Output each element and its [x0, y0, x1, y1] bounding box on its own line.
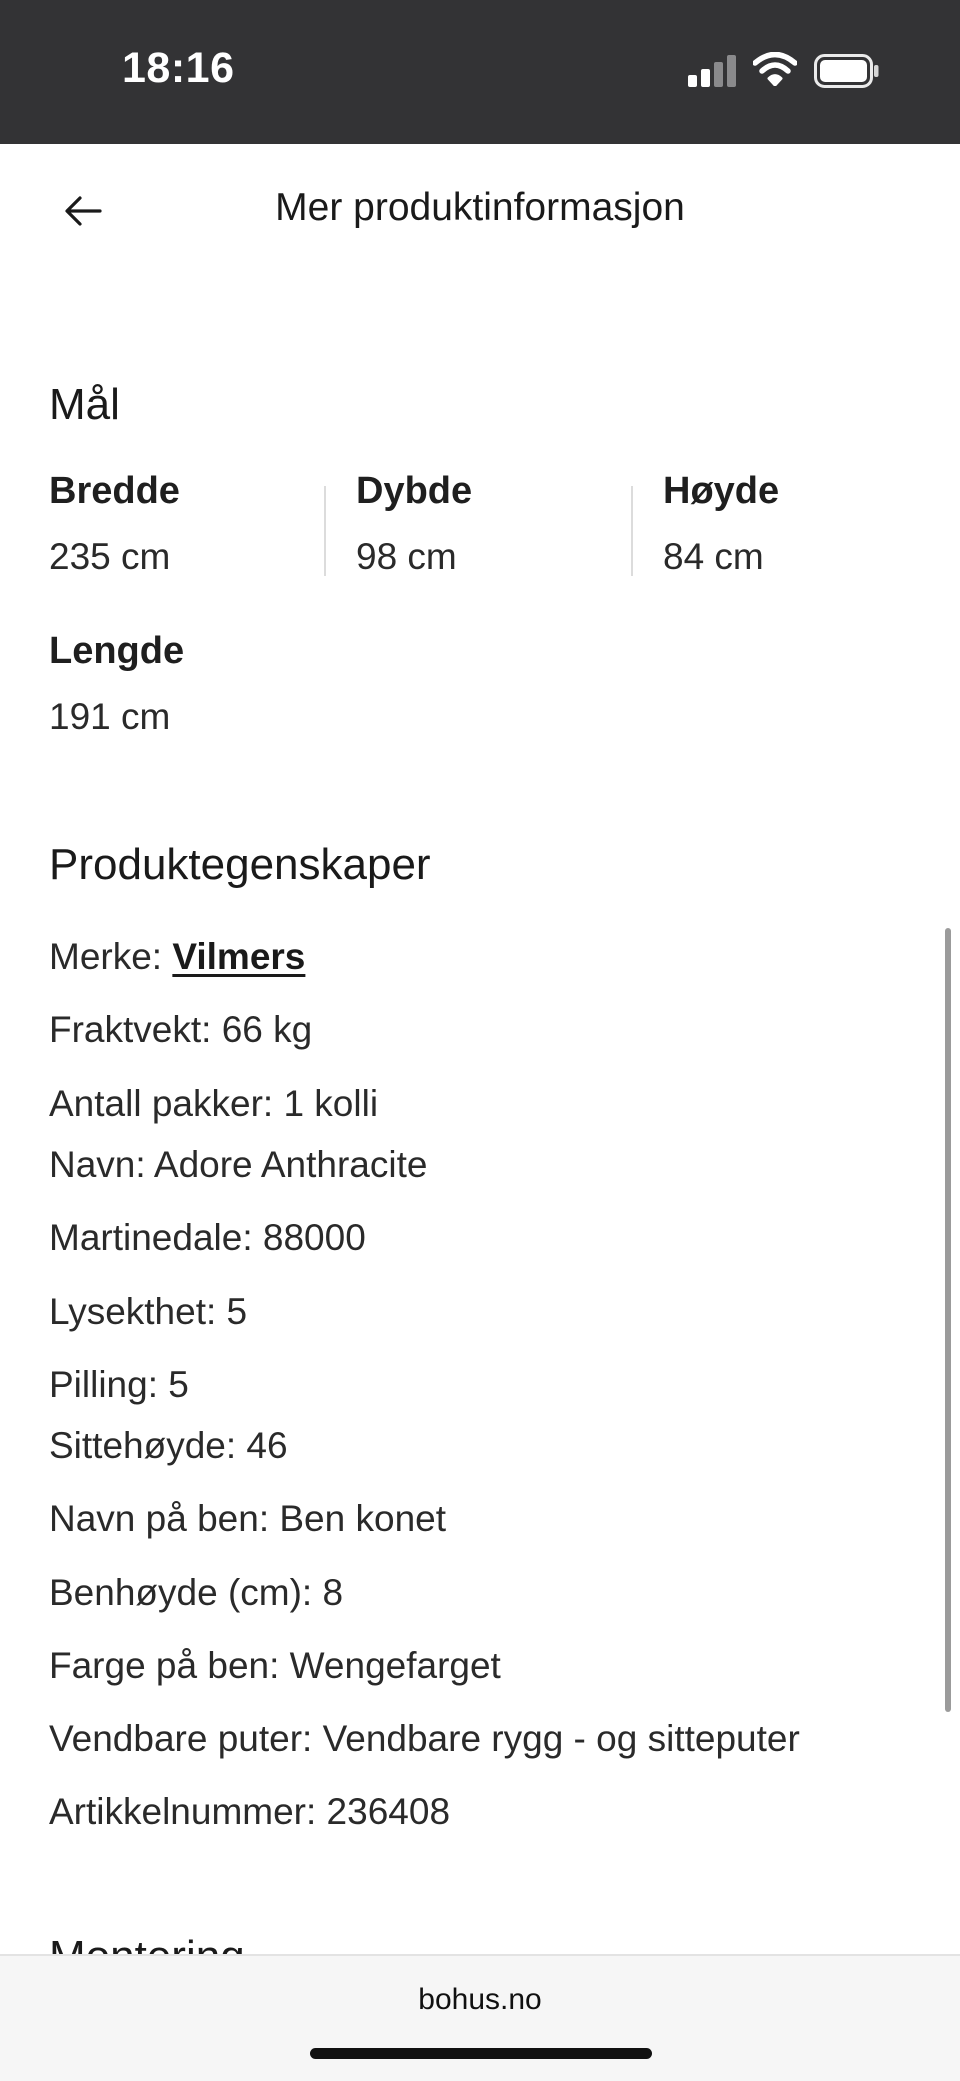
property-item: Vendbare puter: Vendbare rygg - og sitte… [49, 1718, 800, 1759]
dimension-label-width: Bredde [49, 470, 180, 512]
property-item: Farge på ben: Wengefarget [49, 1645, 501, 1686]
status-bar: 18:16 [0, 0, 960, 144]
assembly-heading: Montering [49, 1932, 245, 1954]
property-brand-label: Merke: [49, 936, 163, 977]
dimension-value-length: 191 cm [49, 696, 171, 737]
property-brand: Merke: Vilmers [49, 936, 305, 978]
product-info-content[interactable]: Mål Bredde 235 cm Dybde 98 cm Høyde 84 c… [0, 280, 960, 1954]
property-item: Navn: Adore Anthracite [49, 1144, 428, 1185]
status-time: 18:16 [122, 44, 235, 92]
property-item: Artikkelnummer: 236408 [49, 1791, 451, 1832]
battery-icon [814, 54, 879, 88]
property-item: Sittehøyde: 46 [49, 1425, 288, 1466]
dimension-label-depth: Dybde [356, 470, 473, 512]
home-indicator[interactable] [310, 2048, 652, 2059]
wifi-icon [753, 52, 797, 86]
page-title: Mer produktinformasjon [275, 186, 685, 229]
property-item: Fraktvekt: 66 kg [49, 1009, 313, 1050]
cellular-signal-icon [688, 55, 736, 87]
property-item: Lysekthet: 5 [49, 1291, 248, 1332]
properties-heading: Produktegenskaper [49, 840, 431, 889]
browser-bottom-bar [0, 1954, 960, 2081]
property-item: Pilling: 5 [49, 1364, 189, 1405]
scrollbar[interactable] [945, 928, 951, 1712]
dimension-label-height: Høyde [663, 470, 780, 512]
property-item: Martinedale: 88000 [49, 1217, 366, 1258]
property-item: Antall pakker: 1 kolli [49, 1083, 379, 1124]
dimension-divider [631, 486, 633, 576]
dimension-label-length: Lengde [49, 630, 185, 672]
dimension-value-depth: 98 cm [356, 536, 457, 577]
dimension-value-height: 84 cm [663, 536, 764, 577]
brand-link[interactable]: Vilmers [172, 936, 305, 977]
url-display[interactable]: bohus.no [0, 1983, 960, 2017]
property-item: Navn på ben: Ben konet [49, 1498, 447, 1539]
dimension-value-width: 235 cm [49, 536, 171, 577]
dimensions-heading: Mål [49, 380, 120, 429]
dimension-divider [324, 486, 326, 576]
property-item: Benhøyde (cm): 8 [49, 1572, 344, 1613]
